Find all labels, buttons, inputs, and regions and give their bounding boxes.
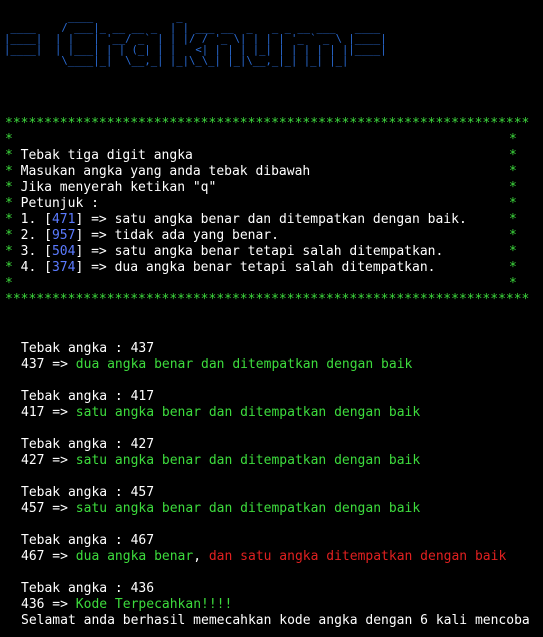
box-line: * Jika menyerah ketikan "q" [5,180,216,196]
result-green: satu angka benar dan ditempatkan dengan … [75,405,421,420]
box-line: * Tebak tiga digit angka [5,148,193,164]
box-edge-right: * [509,132,517,147]
guess-number: 427 => [21,453,76,468]
result-green: dua angka benar [75,549,194,564]
box-edge-right: * [509,164,517,179]
box-text: Masukan angka yang anda tebak dibawah [20,164,311,179]
box-line: * Petunjuk : [5,196,99,212]
box-edge-right: * [509,260,517,275]
hint-text: ] => tidak ada yang benar. [75,228,279,243]
hint-prefix: 2. [ [20,228,52,243]
guess-result: 457 => satu angka benar dan ditempatkan … [21,501,420,517]
box-line: * 4. [374] => dua angka benar tetapi sal… [5,260,435,276]
result-comma: , [193,549,202,564]
guess-number: 417 => [21,405,76,420]
result-green: satu angka benar dan ditempatkan dengan … [75,501,421,516]
result-red: dan satu angka ditempatkan dengan baik [201,549,507,564]
box-line: * 2. [957] => tidak ada yang benar. [5,228,279,244]
guess-prompt: Tebak angka : 417 [21,389,155,404]
box-edge-right: * [509,180,517,195]
terminal-window[interactable]: ____ _ ____ / ___|_ __ __ _ | | ___ __ _… [0,0,543,637]
hint-prefix: 1. [ [20,212,52,227]
guess-prompt: Tebak angka : 437 [21,341,155,356]
box-line: * [5,276,21,292]
guess-result: 417 => satu angka benar dan ditempatkan … [21,405,420,421]
box-edge: * [5,164,13,179]
guess-result: 437 => dua angka benar dan ditempatkan d… [21,357,412,373]
guess-prompt: Tebak angka : 436 [21,581,155,596]
result-green: Kode Terpecahkan!!!! [75,597,233,612]
box-edge: * [5,196,13,211]
box-edge: * [5,212,13,227]
guess-prompt: Tebak angka : 457 [21,485,155,500]
hint-code: 471 [51,212,76,227]
guess-result: 436 => Kode Terpecahkan!!!! [21,597,232,613]
hint-text: ] => satu angka benar dan ditempatkan de… [75,212,467,227]
guess-prompt: Tebak angka : 427 [21,437,155,452]
hint-prefix: 4. [ [20,260,52,275]
box-text: Jika menyerah ketikan "q" [20,180,217,195]
hint-prefix: 3. [ [20,244,52,259]
box-border-bottom: ****************************************… [5,292,530,307]
box-edge-right: * [509,196,517,211]
box-line: * 1. [471] => satu angka benar dan ditem… [5,212,467,228]
box-line: * Masukan angka yang anda tebak dibawah [5,164,310,180]
guess-result: 467 => dua angka benar, dan satu angka d… [21,549,506,565]
hint-text: ] => dua angka benar tetapi salah ditemp… [75,260,436,275]
box-text: Petunjuk : [20,196,99,211]
box-line: * 3. [504] => satu angka benar tetapi sa… [5,244,443,260]
guess-result: 427 => satu angka benar dan ditempatkan … [21,453,420,469]
box-edge: * [5,228,13,243]
final-message: Selamat anda berhasil memecahkan kode an… [21,613,530,628]
guess-number: 437 => [21,357,76,372]
hint-code: 374 [51,260,76,275]
box-edge: * [5,260,13,275]
guess-prompt: Tebak angka : 467 [21,533,155,548]
guess-number: 457 => [21,501,76,516]
box-edge: * [5,276,13,291]
box-edge-right: * [509,244,517,259]
box-edge-right: * [509,212,517,227]
hint-code: 957 [51,228,76,243]
guess-number: 436 => [21,597,76,612]
box-edge: * [5,244,13,259]
box-edge-right: * [509,276,517,291]
box-edge-right: * [509,228,517,243]
box-text: Tebak tiga digit angka [20,148,193,163]
box-edge-right: * [509,148,517,163]
box-edge: * [5,148,13,163]
result-green: satu angka benar dan ditempatkan dengan … [75,453,421,468]
hint-code: 504 [51,244,76,259]
box-edge: * [5,132,13,147]
box-border-top: ****************************************… [5,116,530,131]
guess-number: 467 => [21,549,76,564]
box-line: * [5,132,21,148]
hint-text: ] => satu angka benar tetapi salah ditem… [75,244,444,259]
banner-line: \____|_| \__,_| |_|\_\_| |_|\__,_|_| |_|… [4,55,349,67]
result-green: dua angka benar dan ditempatkan dengan b… [75,357,413,372]
box-edge: * [5,180,13,195]
